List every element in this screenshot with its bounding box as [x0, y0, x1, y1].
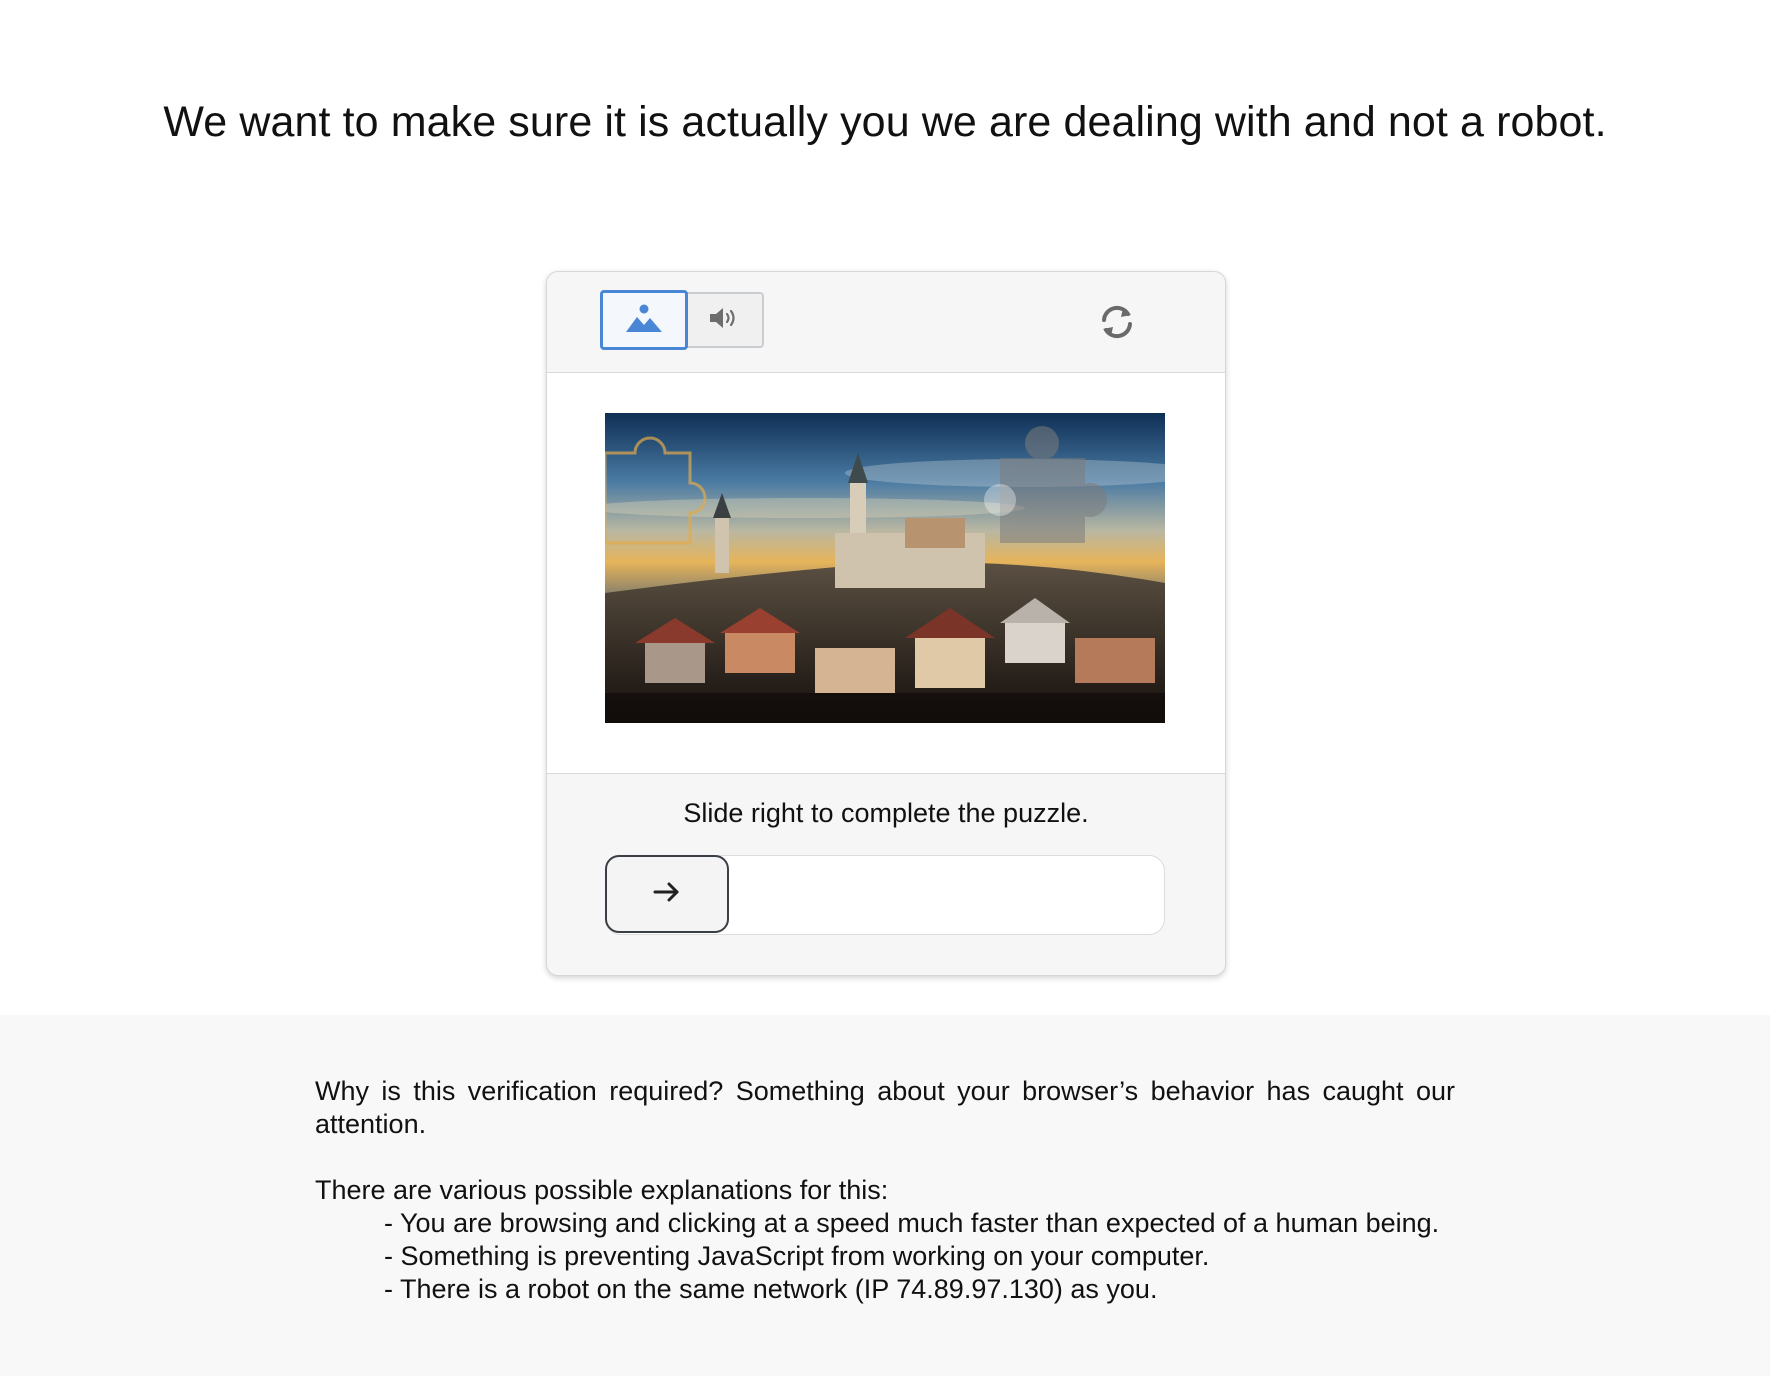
- slider-handle[interactable]: [605, 855, 729, 933]
- puzzle-image: [605, 413, 1165, 723]
- image-challenge-button[interactable]: [600, 290, 688, 350]
- refresh-icon: [1098, 304, 1136, 345]
- arrow-right-icon: [652, 880, 682, 909]
- reason-item: - You are browsing and clicking at a spe…: [384, 1208, 1440, 1238]
- explanations-intro: There are various possible explanations …: [315, 1175, 889, 1205]
- challenge-mode-toggle: [600, 290, 764, 350]
- reason-item: - Something is preventing JavaScript fro…: [384, 1241, 1210, 1271]
- audio-challenge-button[interactable]: [684, 292, 764, 348]
- verification-question: Why is this verification required? Somet…: [315, 1076, 1455, 1139]
- captcha-controls: Slide right to complete the puzzle.: [547, 774, 1225, 975]
- slider-instruction: Slide right to complete the puzzle.: [683, 798, 1089, 828]
- verification-info: Why is this verification required? Somet…: [0, 1015, 1770, 1376]
- captcha-image-area: [547, 373, 1225, 774]
- captcha-widget: Slide right to complete the puzzle.: [546, 271, 1226, 976]
- captcha-header: [547, 272, 1225, 373]
- speaker-icon: [708, 305, 740, 336]
- reason-item: - There is a robot on the same network (…: [384, 1274, 1158, 1304]
- refresh-button[interactable]: [1097, 304, 1137, 344]
- page-headline: We want to make sure it is actually you …: [163, 98, 1607, 146]
- verification-page: We want to make sure it is actually you …: [0, 0, 1770, 1376]
- reasons-list: - You are browsing and clicking at a spe…: [315, 1207, 1455, 1306]
- image-icon: [624, 303, 664, 338]
